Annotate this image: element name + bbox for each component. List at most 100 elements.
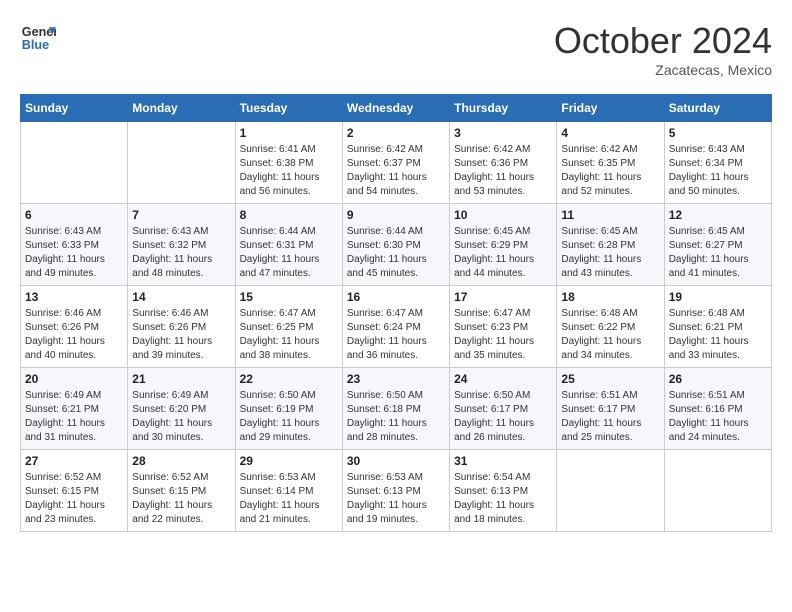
calendar-cell: 23 Sunrise: 6:50 AM Sunset: 6:18 PM Dayli… [342,368,449,450]
calendar-cell: 14 Sunrise: 6:46 AM Sunset: 6:26 PM Dayli… [128,286,235,368]
day-info: Sunrise: 6:45 AM Sunset: 6:27 PM Dayligh… [669,225,767,281]
title-block: October 2024 Zacatecas, Mexico [554,20,772,78]
day-number: 26 [669,372,767,386]
calendar-cell: 28 Sunrise: 6:52 AM Sunset: 6:15 PM Dayli… [128,450,235,532]
column-header-friday: Friday [557,95,664,122]
calendar-cell: 4 Sunrise: 6:42 AM Sunset: 6:35 PM Daylig… [557,122,664,204]
day-number: 4 [561,126,659,140]
day-info: Sunrise: 6:51 AM Sunset: 6:16 PM Dayligh… [669,389,767,445]
day-info: Sunrise: 6:44 AM Sunset: 6:30 PM Dayligh… [347,225,445,281]
calendar-body: 1Sunrise: 6:41 AM Sunset: 6:38 PM Daylig… [21,122,772,532]
day-number: 31 [454,454,552,468]
day-number: 5 [669,126,767,140]
day-info: Sunrise: 6:42 AM Sunset: 6:37 PM Dayligh… [347,143,445,199]
calendar-cell: 10 Sunrise: 6:45 AM Sunset: 6:29 PM Dayli… [450,204,557,286]
day-number: 23 [347,372,445,386]
column-header-tuesday: Tuesday [235,95,342,122]
day-number: 13 [25,290,123,304]
day-number: 7 [132,208,230,222]
day-info: Sunrise: 6:43 AM Sunset: 6:34 PM Dayligh… [669,143,767,199]
day-number: 11 [561,208,659,222]
calendar-cell: 9 Sunrise: 6:44 AM Sunset: 6:30 PM Daylig… [342,204,449,286]
logo: General Blue [20,20,56,56]
calendar-cell: 1Sunrise: 6:41 AM Sunset: 6:38 PM Daylig… [235,122,342,204]
calendar-week-4: 20 Sunrise: 6:49 AM Sunset: 6:21 PM Dayli… [21,368,772,450]
calendar-cell: 18 Sunrise: 6:48 AM Sunset: 6:22 PM Dayli… [557,286,664,368]
day-info: Sunrise: 6:50 AM Sunset: 6:17 PM Dayligh… [454,389,552,445]
day-info: Sunrise: 6:50 AM Sunset: 6:18 PM Dayligh… [347,389,445,445]
calendar-cell: 24 Sunrise: 6:50 AM Sunset: 6:17 PM Dayli… [450,368,557,450]
calendar-week-5: 27 Sunrise: 6:52 AM Sunset: 6:15 PM Dayli… [21,450,772,532]
calendar-cell [557,450,664,532]
day-info: Sunrise: 6:52 AM Sunset: 6:15 PM Dayligh… [132,471,230,527]
calendar-cell [21,122,128,204]
day-info: Sunrise: 6:47 AM Sunset: 6:24 PM Dayligh… [347,307,445,363]
day-number: 16 [347,290,445,304]
day-number: 29 [240,454,338,468]
calendar-cell: 8 Sunrise: 6:44 AM Sunset: 6:31 PM Daylig… [235,204,342,286]
day-number: 22 [240,372,338,386]
calendar-cell: 21Sunrise: 6:49 AM Sunset: 6:20 PM Dayli… [128,368,235,450]
day-number: 9 [347,208,445,222]
day-info: Sunrise: 6:54 AM Sunset: 6:13 PM Dayligh… [454,471,552,527]
day-info: Sunrise: 6:49 AM Sunset: 6:20 PM Dayligh… [132,389,230,445]
calendar-cell: 7 Sunrise: 6:43 AM Sunset: 6:32 PM Daylig… [128,204,235,286]
day-info: Sunrise: 6:48 AM Sunset: 6:22 PM Dayligh… [561,307,659,363]
calendar-week-1: 1Sunrise: 6:41 AM Sunset: 6:38 PM Daylig… [21,122,772,204]
day-number: 14 [132,290,230,304]
day-info: Sunrise: 6:47 AM Sunset: 6:23 PM Dayligh… [454,307,552,363]
day-info: Sunrise: 6:51 AM Sunset: 6:17 PM Dayligh… [561,389,659,445]
day-number: 6 [25,208,123,222]
header-row: SundayMondayTuesdayWednesdayThursdayFrid… [21,95,772,122]
day-info: Sunrise: 6:49 AM Sunset: 6:21 PM Dayligh… [25,389,123,445]
calendar-cell: 26 Sunrise: 6:51 AM Sunset: 6:16 PM Dayli… [664,368,771,450]
day-info: Sunrise: 6:50 AM Sunset: 6:19 PM Dayligh… [240,389,338,445]
calendar-cell: 25 Sunrise: 6:51 AM Sunset: 6:17 PM Dayli… [557,368,664,450]
calendar-cell: 3 Sunrise: 6:42 AM Sunset: 6:36 PM Daylig… [450,122,557,204]
column-header-wednesday: Wednesday [342,95,449,122]
calendar-cell: 31 Sunrise: 6:54 AM Sunset: 6:13 PM Dayli… [450,450,557,532]
calendar-cell: 12Sunrise: 6:45 AM Sunset: 6:27 PM Dayli… [664,204,771,286]
day-number: 28 [132,454,230,468]
day-info: Sunrise: 6:47 AM Sunset: 6:25 PM Dayligh… [240,307,338,363]
day-info: Sunrise: 6:43 AM Sunset: 6:33 PM Dayligh… [25,225,123,281]
day-number: 27 [25,454,123,468]
calendar-cell: 11Sunrise: 6:45 AM Sunset: 6:28 PM Dayli… [557,204,664,286]
column-header-saturday: Saturday [664,95,771,122]
month-title: October 2024 [554,20,772,62]
calendar-cell [128,122,235,204]
calendar-week-3: 13 Sunrise: 6:46 AM Sunset: 6:26 PM Dayli… [21,286,772,368]
calendar-cell: 22 Sunrise: 6:50 AM Sunset: 6:19 PM Dayli… [235,368,342,450]
day-number: 24 [454,372,552,386]
day-number: 10 [454,208,552,222]
day-info: Sunrise: 6:45 AM Sunset: 6:29 PM Dayligh… [454,225,552,281]
calendar-cell: 2Sunrise: 6:42 AM Sunset: 6:37 PM Daylig… [342,122,449,204]
day-info: Sunrise: 6:52 AM Sunset: 6:15 PM Dayligh… [25,471,123,527]
day-info: Sunrise: 6:46 AM Sunset: 6:26 PM Dayligh… [25,307,123,363]
day-info: Sunrise: 6:46 AM Sunset: 6:26 PM Dayligh… [132,307,230,363]
calendar-cell: 19Sunrise: 6:48 AM Sunset: 6:21 PM Dayli… [664,286,771,368]
calendar-cell: 29 Sunrise: 6:53 AM Sunset: 6:14 PM Dayli… [235,450,342,532]
column-header-thursday: Thursday [450,95,557,122]
calendar-cell: 6 Sunrise: 6:43 AM Sunset: 6:33 PM Daylig… [21,204,128,286]
day-number: 20 [25,372,123,386]
day-number: 8 [240,208,338,222]
day-number: 19 [669,290,767,304]
calendar-cell: 30 Sunrise: 6:53 AM Sunset: 6:13 PM Dayli… [342,450,449,532]
day-number: 1 [240,126,338,140]
day-info: Sunrise: 6:44 AM Sunset: 6:31 PM Dayligh… [240,225,338,281]
day-info: Sunrise: 6:42 AM Sunset: 6:36 PM Dayligh… [454,143,552,199]
day-number: 17 [454,290,552,304]
day-info: Sunrise: 6:53 AM Sunset: 6:13 PM Dayligh… [347,471,445,527]
day-info: Sunrise: 6:42 AM Sunset: 6:35 PM Dayligh… [561,143,659,199]
day-info: Sunrise: 6:43 AM Sunset: 6:32 PM Dayligh… [132,225,230,281]
calendar-cell: 15Sunrise: 6:47 AM Sunset: 6:25 PM Dayli… [235,286,342,368]
day-number: 3 [454,126,552,140]
day-number: 30 [347,454,445,468]
day-info: Sunrise: 6:53 AM Sunset: 6:14 PM Dayligh… [240,471,338,527]
calendar-cell: 13 Sunrise: 6:46 AM Sunset: 6:26 PM Dayli… [21,286,128,368]
calendar-cell: 16 Sunrise: 6:47 AM Sunset: 6:24 PM Dayli… [342,286,449,368]
day-number: 25 [561,372,659,386]
calendar-cell [664,450,771,532]
day-number: 18 [561,290,659,304]
